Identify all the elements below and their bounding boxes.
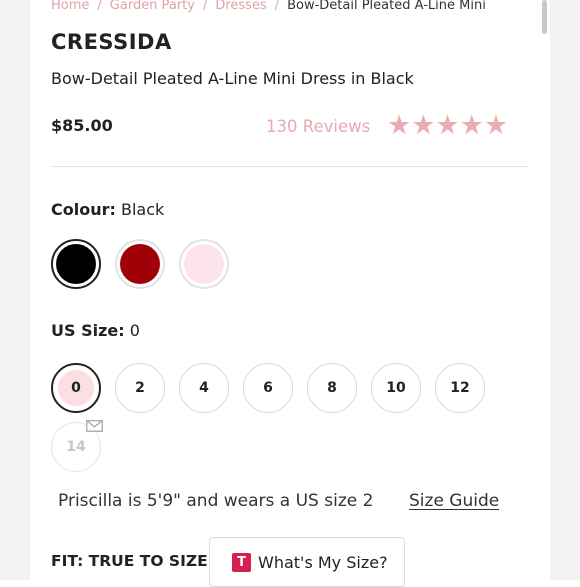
size-option-label: 6 (263, 380, 273, 396)
fit-label: FIT: TRUE TO SIZE (51, 552, 208, 570)
size-option-label: 2 (135, 380, 145, 396)
breadcrumb-garden-party-link[interactable]: Garden Party (110, 0, 195, 13)
scrollbar[interactable] (542, 0, 547, 34)
right-margin (550, 0, 580, 580)
colour-label: Colour: Black (51, 200, 164, 219)
size-option-label: 12 (450, 380, 470, 396)
reviews-link[interactable]: 130 Reviews (266, 117, 370, 136)
size-option-4[interactable]: 4 (179, 363, 229, 413)
size-label: US Size: 0 (51, 321, 140, 340)
breadcrumb-separator: / (202, 0, 208, 13)
colour-selected-value: Black (120, 200, 165, 219)
colour-swatch-pink[interactable] (179, 239, 229, 289)
breadcrumb-separator: / (97, 0, 102, 13)
swatch-black-dot (56, 244, 96, 284)
size-option-label: 0 (71, 380, 81, 396)
size-option-label: 10 (386, 380, 406, 396)
breadcrumb-separator: / (274, 0, 280, 13)
size-option-10[interactable]: 10 (371, 363, 421, 413)
swatch-red-dot (120, 244, 160, 284)
size-selected-value: 0 (129, 321, 140, 340)
size-option-label: 4 (199, 380, 209, 396)
size-option-label: 14 (66, 439, 86, 455)
size-option-0[interactable]: 0 (51, 363, 101, 413)
colour-swatch-red[interactable] (115, 239, 165, 289)
left-margin (0, 0, 30, 580)
rating-stars[interactable]: ★★★★★ (387, 111, 508, 141)
size-option-6[interactable]: 6 (243, 363, 293, 413)
product-price: $85.00 (51, 116, 113, 135)
model-size-info: Priscilla is 5'9" and wears a US size 2 (58, 491, 374, 511)
colour-swatch-black[interactable] (51, 239, 101, 289)
size-label-title: US Size: (51, 321, 125, 340)
size-option-8[interactable]: 8 (307, 363, 357, 413)
product-title: Bow-Detail Pleated A-Line Mini Dress in … (51, 69, 414, 88)
brand-name[interactable]: CRESSIDA (51, 30, 172, 54)
breadcrumb-home-link[interactable]: Home (51, 0, 89, 13)
size-option-2[interactable]: 2 (115, 363, 165, 413)
t-logo-icon: T (232, 552, 251, 572)
breadcrumb-current: Bow-Detail Pleated A-Line Mini (287, 0, 486, 13)
envelope-icon[interactable] (86, 420, 103, 432)
breadcrumb-dresses-link[interactable]: Dresses (215, 0, 266, 13)
size-guide-link[interactable]: Size Guide (409, 491, 499, 511)
whats-my-size-label: What's My Size? (258, 552, 388, 572)
colour-label-title: Colour: (51, 200, 116, 219)
swatch-pink-dot (184, 244, 224, 284)
breadcrumb: Home / Garden Party / Dresses / Bow-Detail Ple… (51, 0, 486, 13)
size-option-12[interactable]: 12 (435, 363, 485, 413)
size-option-label: 8 (327, 380, 337, 396)
divider (51, 166, 528, 167)
